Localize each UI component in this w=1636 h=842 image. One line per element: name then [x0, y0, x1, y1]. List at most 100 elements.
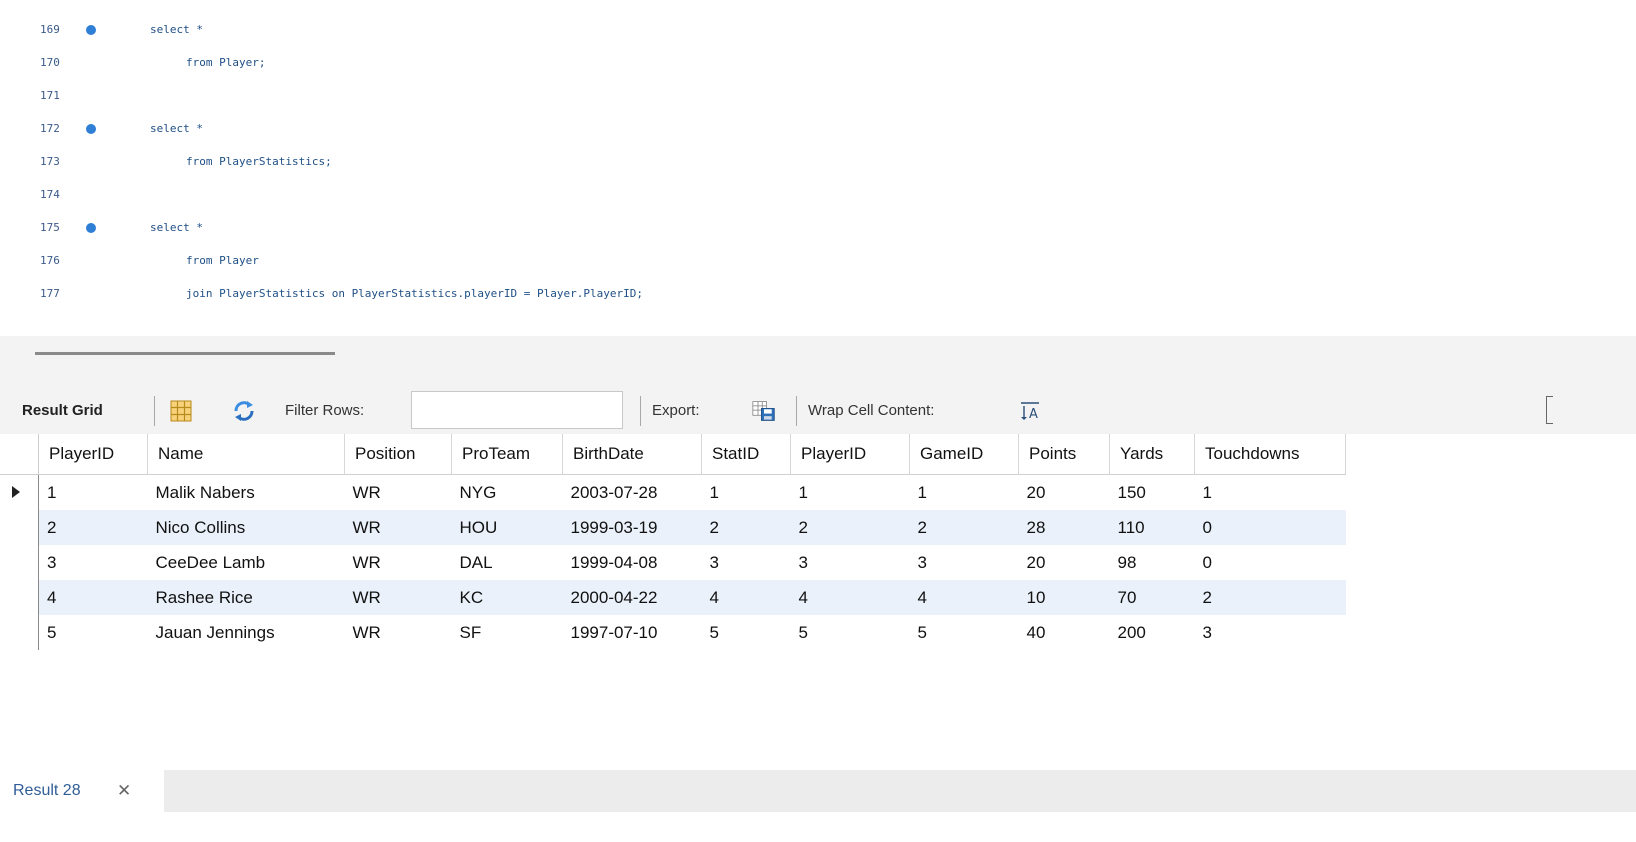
splitter-handle[interactable] [35, 352, 335, 355]
table-cell[interactable]: 3 [1195, 615, 1346, 650]
table-cell[interactable]: 5 [702, 615, 791, 650]
column-header[interactable]: Position [344, 434, 452, 475]
result-grid[interactable]: PlayerID Name Position ProTeam BirthDate Stat… [0, 434, 1346, 650]
code-line[interactable]: 171 [0, 86, 1636, 106]
table-cell[interactable]: CeeDee Lamb [148, 545, 345, 580]
table-cell[interactable]: Malik Nabers [148, 475, 345, 511]
column-header[interactable]: Name [147, 434, 345, 475]
table-cell[interactable]: WR [344, 510, 452, 545]
table-cell[interactable]: 0 [1195, 545, 1346, 580]
code-line[interactable]: 173 from PlayerStatistics; [0, 152, 1636, 172]
table-cell[interactable]: 2 [1194, 580, 1346, 615]
code-line[interactable]: 174 [0, 185, 1636, 205]
panel-splitter [0, 336, 1636, 388]
table-cell[interactable]: WR [345, 615, 452, 650]
table-cell[interactable]: 5 [791, 615, 910, 650]
column-header[interactable]: Yards [1109, 434, 1195, 475]
table-cell[interactable]: NYG [452, 475, 563, 511]
table-row[interactable]: 5 Jauan Jennings WR SF 1997-07-10 5 5 5 40 200 3 [0, 615, 1346, 650]
table-cell[interactable]: WR [344, 580, 452, 615]
table-cell[interactable]: 4 [701, 580, 791, 615]
column-header[interactable]: BirthDate [562, 434, 702, 475]
code-line[interactable]: 172 select * [0, 119, 1636, 139]
grid-view-icon[interactable] [169, 399, 193, 423]
table-cell[interactable]: 2 [38, 510, 148, 545]
table-cell[interactable]: 1999-04-08 [563, 545, 702, 580]
table-cell[interactable]: 20 [1019, 475, 1110, 511]
column-header[interactable]: PlayerID [38, 434, 148, 475]
close-icon[interactable]: ✕ [117, 770, 131, 812]
table-row[interactable]: 4 Rashee Rice WR KC 2000-04-22 4 4 4 10 70 2 [0, 580, 1346, 615]
table-cell[interactable]: DAL [452, 545, 563, 580]
column-header[interactable]: Touchdowns [1194, 434, 1346, 475]
column-header[interactable]: PlayerID [790, 434, 910, 475]
statement-marker-icon[interactable] [86, 124, 96, 134]
result-grid-label[interactable]: Result Grid [22, 388, 103, 434]
table-cell[interactable]: 200 [1110, 615, 1195, 650]
table-cell[interactable]: 5 [910, 615, 1019, 650]
code-line[interactable]: 170 from Player; [0, 53, 1636, 73]
table-cell[interactable]: HOU [451, 510, 563, 545]
table-cell[interactable]: 1 [791, 475, 910, 511]
table-row[interactable]: 1 Malik Nabers WR NYG 2003-07-28 1 1 1 20 150 1 [0, 474, 1346, 511]
table-row[interactable]: 3 CeeDee Lamb WR DAL 1999-04-08 3 3 3 20 98 0 [0, 545, 1346, 580]
column-header[interactable]: GameID [909, 434, 1019, 475]
table-cell[interactable]: 1999-03-19 [562, 510, 702, 545]
table-cell[interactable]: SF [452, 615, 563, 650]
table-cell[interactable]: 0 [1194, 510, 1346, 545]
table-cell[interactable]: 3 [910, 545, 1019, 580]
row-header[interactable] [0, 545, 39, 580]
table-cell[interactable]: 2003-07-28 [563, 475, 702, 511]
table-cell[interactable]: 150 [1110, 475, 1195, 511]
table-cell[interactable]: Rashee Rice [147, 580, 345, 615]
table-cell[interactable]: Jauan Jennings [148, 615, 345, 650]
table-cell[interactable]: 1 [39, 475, 148, 511]
table-cell[interactable]: KC [451, 580, 563, 615]
statement-marker-icon[interactable] [86, 223, 96, 233]
table-cell[interactable]: 2000-04-22 [562, 580, 702, 615]
refresh-icon[interactable] [232, 399, 256, 423]
table-cell[interactable]: 5 [39, 615, 148, 650]
filter-rows-input[interactable] [411, 391, 623, 429]
table-cell[interactable]: 70 [1109, 580, 1195, 615]
table-cell[interactable]: 10 [1018, 580, 1110, 615]
table-cell[interactable]: 4 [38, 580, 148, 615]
table-cell[interactable]: 20 [1019, 545, 1110, 580]
row-header[interactable] [0, 580, 39, 615]
row-header[interactable] [0, 510, 39, 545]
wrap-text-icon[interactable]: A [1018, 399, 1042, 423]
code-line[interactable]: 169 select * [0, 20, 1636, 40]
export-icon[interactable] [752, 399, 776, 423]
row-header[interactable] [0, 615, 39, 650]
code-line[interactable]: 175 select * [0, 218, 1636, 238]
table-cell[interactable]: 3 [702, 545, 791, 580]
table-cell[interactable]: 98 [1110, 545, 1195, 580]
table-cell[interactable]: 1 [702, 475, 791, 511]
table-cell[interactable]: 1997-07-10 [563, 615, 702, 650]
statement-marker-icon[interactable] [86, 25, 96, 35]
table-row[interactable]: 2 Nico Collins WR HOU 1999-03-19 2 2 2 28 110 0 [0, 510, 1346, 545]
table-cell[interactable]: WR [345, 475, 452, 511]
table-cell[interactable]: 4 [909, 580, 1019, 615]
table-cell[interactable]: 28 [1018, 510, 1110, 545]
table-cell[interactable]: 4 [790, 580, 910, 615]
code-line[interactable]: 176 from Player [0, 251, 1636, 271]
table-cell[interactable]: 110 [1109, 510, 1195, 545]
column-header[interactable]: StatID [701, 434, 791, 475]
table-cell[interactable]: 40 [1019, 615, 1110, 650]
sql-editor[interactable]: 169 select * 170 from Player; 171 172 select *… [0, 0, 1636, 320]
table-cell[interactable]: 1 [1195, 475, 1346, 511]
table-cell[interactable]: 3 [39, 545, 148, 580]
table-cell[interactable]: 2 [701, 510, 791, 545]
table-cell[interactable]: 3 [791, 545, 910, 580]
column-header[interactable]: Points [1018, 434, 1110, 475]
code-line[interactable]: 177 join PlayerStatistics on PlayerStatis… [0, 284, 1636, 304]
row-header[interactable] [0, 474, 39, 510]
tab-result-28[interactable]: Result 28 ✕ [0, 770, 164, 812]
table-cell[interactable]: WR [345, 545, 452, 580]
column-header[interactable]: ProTeam [451, 434, 563, 475]
table-cell[interactable]: Nico Collins [147, 510, 345, 545]
table-cell[interactable]: 2 [909, 510, 1019, 545]
table-cell[interactable]: 1 [910, 475, 1019, 511]
table-cell[interactable]: 2 [790, 510, 910, 545]
